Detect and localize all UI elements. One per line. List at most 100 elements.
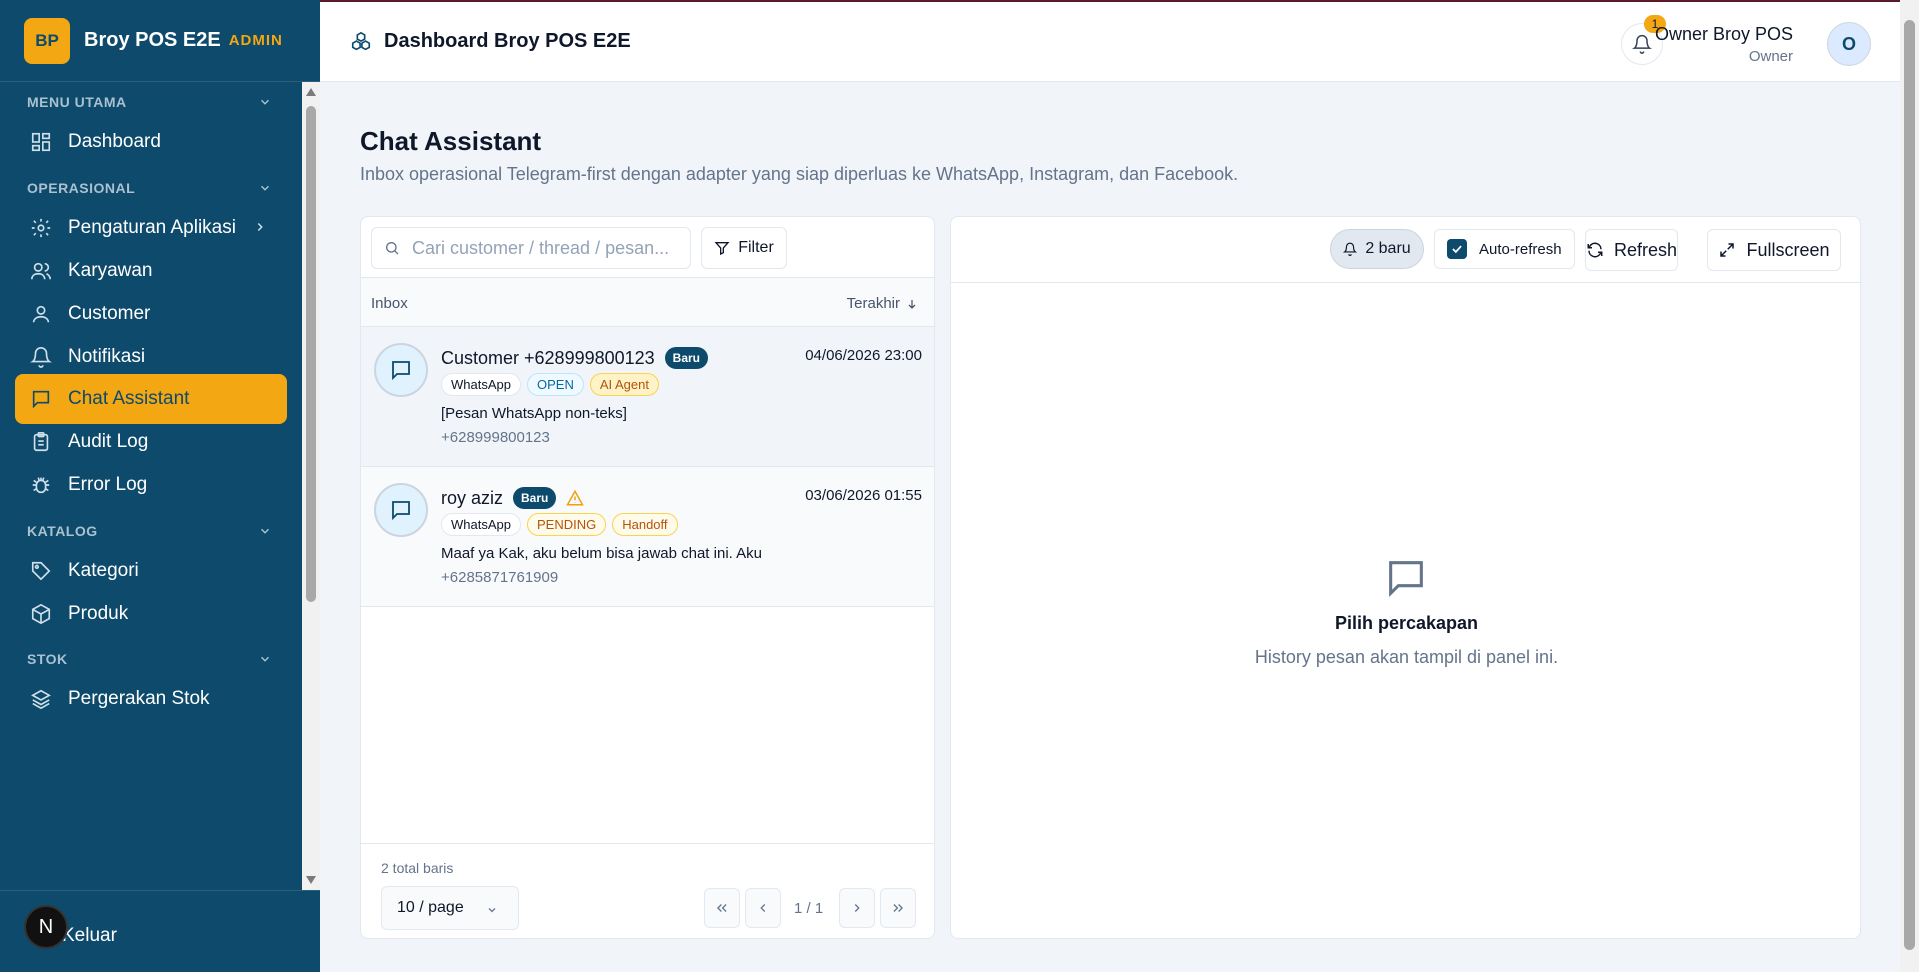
status-chip: PENDING <box>526 513 607 536</box>
chat-icon <box>1389 561 1423 598</box>
chevron-down-icon <box>260 185 270 191</box>
sidebar: BP Broy POS E2E ADMIN MENU UTAMA Dashboa… <box>0 0 320 972</box>
empty-state-title: Pilih percakapan <box>1334 613 1479 633</box>
sidebar-item-error-log[interactable]: Error Log <box>15 460 287 510</box>
mode-chip: Handoff <box>612 513 678 536</box>
brand[interactable]: BP Broy POS E2E ADMIN <box>0 0 320 82</box>
brand-logo: BP <box>24 17 70 64</box>
top-header: Dashboard Broy POS E2E 1 Owner Broy POS … <box>320 0 1900 82</box>
thread-chips: WhatsApp PENDING Handoff <box>441 513 678 536</box>
section-katalog[interactable]: KATALOG <box>27 523 272 539</box>
inbox-column-label: Inbox <box>371 295 408 312</box>
chevron-right-icon <box>257 222 263 232</box>
sidebar-item-pergerakan-stok[interactable]: Pergerakan Stok <box>15 674 287 724</box>
filter-button[interactable]: Filter <box>701 227 787 269</box>
chevron-left-icon <box>760 904 766 912</box>
chevron-down-icon <box>260 99 270 105</box>
scroll-thumb[interactable] <box>306 106 316 602</box>
expand-icon <box>1720 243 1735 257</box>
page-indicator: 1 / 1 <box>794 900 824 917</box>
scroll-down-arrow[interactable] <box>306 876 316 884</box>
thread-message-preview: Maaf ya Kak, aku belum bisa jawab chat i… <box>441 545 763 562</box>
thread-row[interactable]: Customer +628999800123 Baru 04/06/2026 2… <box>361 327 934 467</box>
inbox-list-header: Inbox Terakhir <box>361 277 934 327</box>
grid-icon <box>31 132 51 152</box>
brand-name: Broy POS E2E <box>84 29 221 51</box>
thread-phone: +628999800123 <box>441 429 550 446</box>
chevrons-left-icon <box>717 904 727 912</box>
thread-message-preview: [Pesan WhatsApp non-teks] <box>441 405 627 422</box>
sidebar-scrollbar[interactable] <box>302 82 320 890</box>
page-subtitle: Inbox operasional Telegram-first dengan … <box>360 164 1239 184</box>
nextjs-devtools-badge[interactable]: N <box>24 905 68 949</box>
thread-phone: +6285871761909 <box>441 569 559 586</box>
chat-icon <box>32 390 50 409</box>
search-input[interactable] <box>412 237 672 259</box>
filter-icon <box>714 242 730 256</box>
chevron-down-icon <box>260 656 270 662</box>
header-title: Dashboard Broy POS E2E <box>350 30 631 53</box>
refresh-icon <box>1587 242 1603 258</box>
search-box[interactable] <box>371 227 691 269</box>
conversation-panel: 2 baru Auto-refresh Refresh Fullscreen P… <box>950 216 1862 939</box>
channel-chip: WhatsApp <box>441 513 521 536</box>
new-badge: Baru <box>513 487 557 509</box>
bell-icon <box>1632 34 1652 54</box>
inbox-panel: Filter Inbox Terakhir Customer +62899980… <box>360 216 935 939</box>
thread-time: 03/06/2026 01:55 <box>805 487 922 504</box>
chat-icon <box>392 361 410 381</box>
search-icon <box>386 242 399 255</box>
new-messages-pill[interactable]: 2 baru <box>1330 229 1424 269</box>
auto-refresh-checkbox[interactable] <box>1447 239 1467 259</box>
warning-icon <box>566 489 585 506</box>
layers-icon <box>31 689 51 710</box>
bell-icon <box>30 347 52 368</box>
section-stok[interactable]: STOK <box>27 651 272 667</box>
avatar[interactable]: O <box>1827 22 1871 66</box>
logout-link[interactable]: Keluar <box>62 925 117 947</box>
status-chip: OPEN <box>526 373 584 396</box>
page-scrollbar[interactable] <box>1900 0 1919 972</box>
bug-icon <box>32 477 50 494</box>
last-page-button[interactable] <box>880 888 916 928</box>
chevron-down-icon <box>260 528 270 534</box>
section-operasional[interactable]: OPERASIONAL <box>27 180 272 196</box>
chat-icon <box>392 501 410 521</box>
sort-terakhir[interactable]: Terakhir <box>847 295 918 312</box>
thread-time: 04/06/2026 23:00 <box>805 347 922 364</box>
channel-chip: WhatsApp <box>441 373 521 396</box>
thread-avatar <box>374 483 428 537</box>
new-badge: Baru <box>664 347 709 369</box>
thread-row[interactable]: roy aziz Baru 03/06/2026 01:55 WhatsApp … <box>361 467 934 607</box>
page-size-select[interactable]: 10 / page <box>381 886 519 930</box>
pagination-footer: 2 total baris 10 / page 1 / 1 <box>361 843 934 938</box>
page-scroll-thumb[interactable] <box>1904 20 1915 950</box>
total-rows: 2 total baris <box>381 860 454 876</box>
next-page-button[interactable] <box>839 888 875 928</box>
chevron-right-icon <box>854 904 860 912</box>
sidebar-nav: MENU UTAMA Dashboard OPERASIONAL Pengatu… <box>0 82 302 890</box>
mode-chip: AI Agent <box>589 373 659 396</box>
chevrons-right-icon <box>893 904 903 912</box>
prev-page-button[interactable] <box>745 888 781 928</box>
user-icon <box>32 305 50 323</box>
first-page-button[interactable] <box>704 888 740 928</box>
refresh-button[interactable]: Refresh <box>1585 229 1678 271</box>
scroll-up-arrow[interactable] <box>306 88 316 96</box>
user-name[interactable]: Owner Broy POS <box>1655 24 1793 45</box>
page-title: Chat Assistant <box>360 126 542 156</box>
tag-icon <box>31 561 51 581</box>
sidebar-item-dashboard[interactable]: Dashboard <box>15 117 287 167</box>
package-icon <box>31 603 51 625</box>
section-menu-utama[interactable]: MENU UTAMA <box>27 94 272 110</box>
thread-avatar <box>374 343 428 397</box>
auto-refresh-toggle[interactable]: Auto-refresh <box>1434 229 1575 269</box>
sidebar-item-produk[interactable]: Produk <box>15 589 287 639</box>
check-icon <box>1452 245 1462 254</box>
chevron-down-icon <box>488 908 496 913</box>
brand-tag: ADMIN <box>228 32 283 49</box>
gear-icon <box>31 218 51 238</box>
thread-name: Customer +628999800123 Baru <box>441 347 709 369</box>
fullscreen-button[interactable]: Fullscreen <box>1707 229 1841 271</box>
user-role: Owner <box>1748 48 1793 65</box>
